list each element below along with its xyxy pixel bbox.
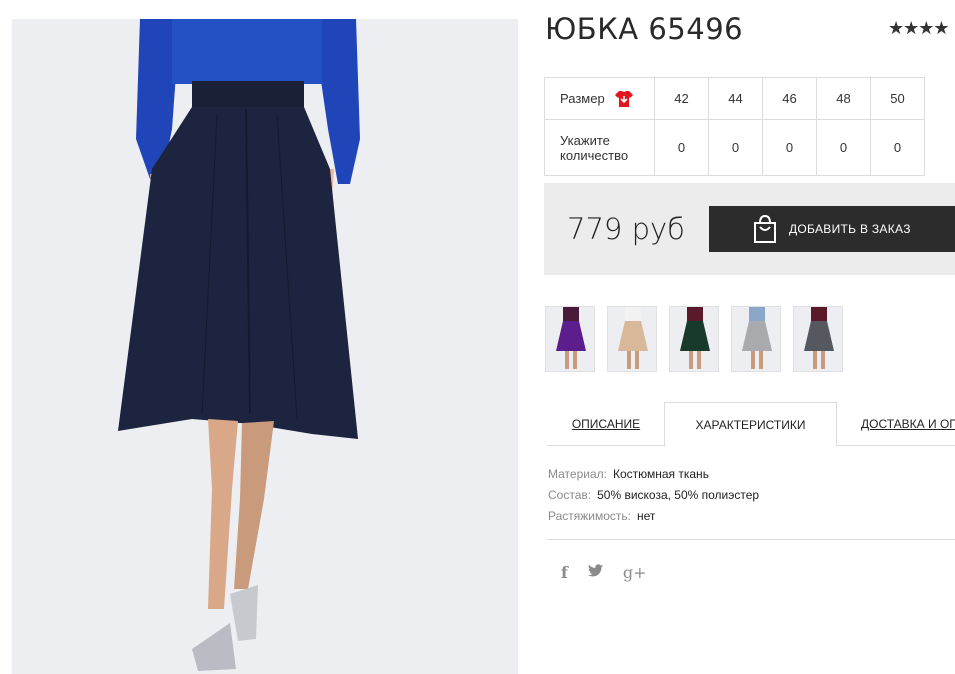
size-label-cell: Размер (544, 77, 655, 120)
shopping-bag-icon (751, 214, 779, 244)
characteristic-composition: Состав: 50% вискоза, 50% полиэстер (548, 488, 760, 502)
thumbnail-leg (821, 351, 825, 369)
characteristic-stretch: Растяжимость: нет (548, 509, 656, 523)
price: 779 руб (567, 212, 685, 246)
size-50: 50 (870, 77, 925, 120)
size-quantity-table: Размер 42 44 46 48 50 Укажите количество… (544, 77, 925, 176)
product-photo-illustration (12, 19, 518, 674)
quantity-label-line1: Укажите (560, 132, 610, 148)
characteristic-material: Материал: Костюмная ткань (548, 467, 709, 481)
thumbnail-leg (689, 351, 693, 369)
quantity-input-42[interactable]: 0 (654, 119, 709, 176)
tab-characteristics[interactable]: ХАРАКТЕРИСТИКИ (664, 402, 837, 447)
thumbnail-green[interactable] (669, 306, 719, 372)
quantity-row: Укажите количество 0 0 0 0 0 (544, 119, 925, 176)
thumbnail-dark-grey[interactable] (793, 306, 843, 372)
quantity-label-line2: количество (560, 147, 629, 163)
facebook-icon[interactable]: f (561, 563, 568, 582)
size-row: Размер 42 44 46 48 50 (544, 77, 925, 120)
size-48: 48 (816, 77, 871, 120)
rating-stars[interactable]: ★★★★ (888, 18, 950, 39)
thumbnail-leg (813, 351, 817, 369)
thumbnail-top (811, 307, 827, 321)
add-to-order-label: ДОБАВИТЬ В ЗАКАЗ (789, 222, 911, 236)
add-to-order-button[interactable]: ДОБАВИТЬ В ЗАКАЗ (709, 206, 955, 252)
thumbnail-leg (697, 351, 701, 369)
divider (547, 539, 955, 540)
thumbnail-top (749, 307, 765, 321)
size-42: 42 (654, 77, 709, 120)
social-share: f g+ (561, 563, 647, 582)
size-label: Размер (560, 91, 605, 106)
thumbnail-leg (759, 351, 763, 369)
color-variant-thumbnails (545, 306, 843, 372)
google-plus-icon[interactable]: g+ (623, 563, 647, 582)
thumbnail-grey[interactable] (731, 306, 781, 372)
thumbnail-top (687, 307, 703, 321)
thumbnail-leg (573, 351, 577, 369)
product-tabs: ОПИСАНИЕ ХАРАКТЕРИСТИКИ ДОСТАВКА И ОПЛАТ… (547, 402, 955, 447)
thumbnail-leg (751, 351, 755, 369)
thumbnail-leg (565, 351, 569, 369)
tab-delivery[interactable]: ДОСТАВКА И ОПЛАТА (837, 402, 955, 446)
quantity-input-44[interactable]: 0 (708, 119, 763, 176)
characteristics-list: Материал: Костюмная ткань Состав: 50% виск… (548, 464, 759, 527)
thumbnail-purple[interactable] (545, 306, 595, 372)
thumbnail-leg (635, 351, 639, 369)
quantity-label-cell: Укажите количество (544, 119, 655, 176)
thumbnail-leg (627, 351, 631, 369)
size-chart-icon[interactable] (614, 90, 633, 107)
thumbnail-beige[interactable] (607, 306, 657, 372)
quantity-input-50[interactable]: 0 (870, 119, 925, 176)
twitter-icon[interactable] (587, 563, 603, 582)
product-main-image[interactable] (12, 19, 518, 674)
quantity-input-46[interactable]: 0 (762, 119, 817, 176)
thumbnail-top (625, 307, 641, 321)
thumbnail-top (563, 307, 579, 321)
size-44: 44 (708, 77, 763, 120)
product-title: ЮБКА 65496 (545, 12, 744, 46)
size-46: 46 (762, 77, 817, 120)
tab-description[interactable]: ОПИСАНИЕ (547, 402, 665, 446)
price-box: 779 руб ДОБАВИТЬ В ЗАКАЗ (544, 183, 955, 275)
quantity-input-48[interactable]: 0 (816, 119, 871, 176)
